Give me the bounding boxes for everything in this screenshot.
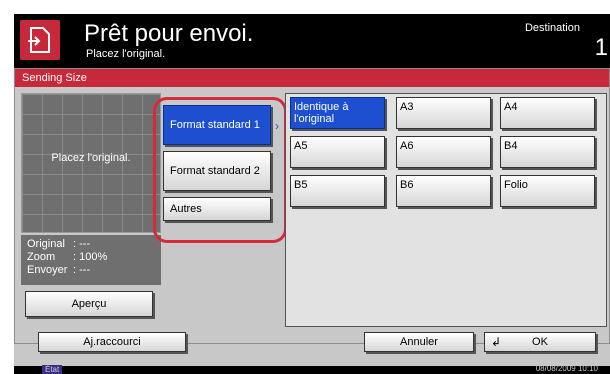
ok-label: OK [532, 336, 548, 348]
size-a4-button[interactable]: A4 [500, 97, 595, 129]
size-b5-button[interactable]: B5 [290, 175, 385, 207]
status-state-label[interactable]: État [42, 365, 63, 374]
size-options-grid: Identique à l'original A3 A4 A5 A6 B4 B5… [285, 93, 607, 327]
format-standard-1-button[interactable]: Format standard 1 [163, 105, 271, 145]
status-bar [14, 366, 610, 374]
status-datetime: 08/08/2009 10:10 [535, 364, 598, 373]
format-standard-2-button[interactable]: Format standard 2 [163, 151, 271, 191]
page-subtitle: Placez l'original. [86, 48, 166, 60]
size-folio-button[interactable]: Folio [500, 175, 595, 207]
selected-tab-pointer-icon: › [275, 119, 279, 133]
cancel-button[interactable]: Annuler [364, 332, 474, 352]
sending-size-panel: Sending Size Placez l'original. Original… [14, 68, 610, 344]
settings-summary: Original: --- Zoom: 100% Envoyer: --- [21, 235, 161, 285]
preview-button[interactable]: Aperçu [25, 291, 153, 317]
size-b6-button[interactable]: B6 [396, 175, 491, 207]
header-bar: Prêt pour envoi. Placez l'original. Dest… [14, 14, 610, 64]
format-others-button[interactable]: Autres [163, 197, 271, 221]
page-title: Prêt pour envoi. [84, 20, 254, 47]
summary-original: Original: --- [27, 238, 91, 250]
size-same-as-original-button[interactable]: Identique à l'original [290, 97, 385, 129]
ok-button[interactable]: ↲ OK [484, 332, 596, 352]
size-a3-button[interactable]: A3 [396, 97, 491, 129]
destination-count: 1 [594, 34, 608, 61]
original-preview: Placez l'original. [21, 93, 161, 233]
enter-icon: ↲ [491, 335, 502, 349]
panel-title: Sending Size [15, 69, 609, 87]
send-icon [20, 20, 60, 60]
summary-send: Envoyer: --- [27, 264, 91, 276]
summary-zoom: Zoom: 100% [27, 251, 108, 263]
add-shortcut-button[interactable]: Aj.raccourci [38, 332, 186, 352]
size-b4-button[interactable]: B4 [500, 136, 595, 168]
size-a5-button[interactable]: A5 [290, 136, 385, 168]
size-a6-button[interactable]: A6 [396, 136, 491, 168]
preview-placeholder: Placez l'original. [51, 152, 131, 164]
destination-label: Destination [524, 22, 580, 34]
device-screen: Prêt pour envoi. Placez l'original. Dest… [14, 14, 610, 374]
